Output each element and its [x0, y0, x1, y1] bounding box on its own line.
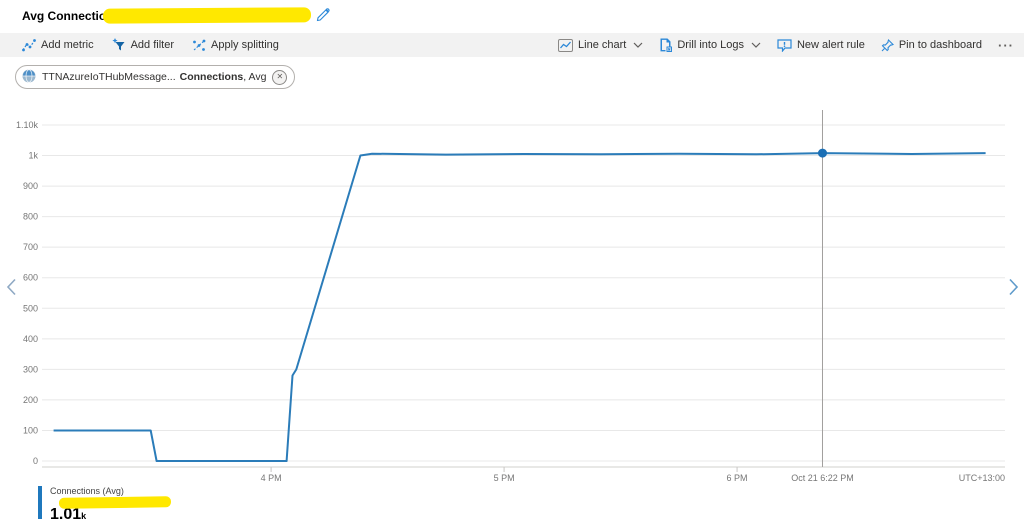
selected-point-dot [818, 149, 827, 158]
scroll-time-forward-chevron[interactable] [1004, 274, 1022, 300]
metrics-line-chart[interactable]: 0 100 200 300 400 500 600 700 800 900 1k 1.10k 4 PM 5… [0, 95, 1024, 490]
y-axis-tick-label: 400 [23, 334, 38, 344]
add-filter-icon [112, 38, 126, 52]
y-axis-tick-label: 900 [23, 181, 38, 191]
apply-splitting-button[interactable]: Apply splitting [192, 39, 279, 52]
legend-value: 1.01k [50, 507, 124, 524]
y-axis-tick-label: 100 [23, 425, 38, 435]
y-axis-tick-label: 600 [23, 273, 38, 283]
selected-time-label: Oct 21 6:22 PM [791, 473, 854, 483]
new-alert-rule-button[interactable]: New alert rule [777, 39, 865, 52]
y-axis-tick-label: 1k [28, 151, 38, 161]
apply-splitting-label: Apply splitting [211, 39, 279, 51]
x-axis-tick-label: 6 PM [727, 473, 748, 483]
drill-into-logs-label: Drill into Logs [677, 39, 744, 51]
pill-resource-name: TTNAzureIoTHubMessage... [42, 71, 176, 83]
pin-to-dashboard-label: Pin to dashboard [899, 39, 982, 51]
metrics-toolbar: Add metric Add filter Apply splitting [0, 33, 1024, 57]
header: Avg Connections for [0, 0, 1024, 33]
y-axis-tick-label: 300 [23, 364, 38, 374]
timezone-label: UTC+13:00 [959, 473, 1005, 483]
y-axis-tick-label: 1.10k [16, 120, 39, 130]
y-axis-tick-label: 800 [23, 212, 38, 222]
edit-title-pencil-icon[interactable] [315, 7, 331, 23]
pill-metric-name: Connections, Avg [180, 71, 267, 83]
add-filter-label: Add filter [131, 39, 174, 51]
pin-icon [881, 39, 894, 52]
new-alert-rule-label: New alert rule [797, 39, 865, 51]
pin-to-dashboard-button[interactable]: Pin to dashboard [881, 39, 982, 52]
y-axis-tick-label: 700 [23, 242, 38, 252]
legend-series-label: Connections (Avg) [50, 486, 124, 496]
iot-hub-resource-icon [22, 69, 36, 86]
legend-item-connections-avg[interactable]: Connections (Avg) 1.01k [38, 486, 124, 524]
y-axis-tick-label: 0 [33, 456, 38, 466]
series-line-connections-avg [54, 153, 986, 461]
chart-type-selector[interactable]: Line chart [558, 39, 643, 52]
chart-type-label: Line chart [578, 39, 626, 51]
x-axis-tick-label: 4 PM [261, 473, 282, 483]
toolbar-left-group: Add metric Add filter Apply splitting [22, 38, 279, 52]
add-metric-icon [22, 39, 36, 52]
x-axis: 4 PM 5 PM 6 PM UTC+13:00 [42, 467, 1005, 483]
more-options-button[interactable]: ··· [998, 38, 1014, 53]
metric-pill[interactable]: TTNAzureIoTHubMessage... Connections, Av… [15, 65, 295, 89]
drill-into-logs-button[interactable]: Drill into Logs [659, 38, 761, 52]
scroll-time-back-chevron[interactable] [2, 274, 20, 300]
metric-pill-row: TTNAzureIoTHubMessage... Connections, Av… [0, 62, 1024, 92]
apply-splitting-icon [192, 39, 206, 52]
chevron-down-icon [633, 42, 643, 48]
add-filter-button[interactable]: Add filter [112, 38, 174, 52]
drill-into-logs-icon [659, 38, 672, 52]
legend-color-bar [38, 486, 42, 519]
remove-metric-icon[interactable]: ✕ [272, 70, 287, 85]
line-chart-icon [558, 39, 573, 52]
add-metric-label: Add metric [41, 39, 94, 51]
chevron-down-icon [751, 42, 761, 48]
y-gridlines: 0 100 200 300 400 500 600 700 800 900 1k 1.10k [16, 120, 1005, 466]
x-axis-tick-label: 5 PM [494, 473, 515, 483]
redacted-resource-name [103, 7, 311, 23]
add-metric-button[interactable]: Add metric [22, 39, 94, 52]
toolbar-right-group: Line chart Drill into Logs [558, 38, 1014, 53]
y-axis-tick-label: 200 [23, 395, 38, 405]
redacted-legend-resource [59, 496, 171, 509]
y-axis-tick-label: 500 [23, 303, 38, 313]
alert-bubble-icon [777, 39, 792, 52]
